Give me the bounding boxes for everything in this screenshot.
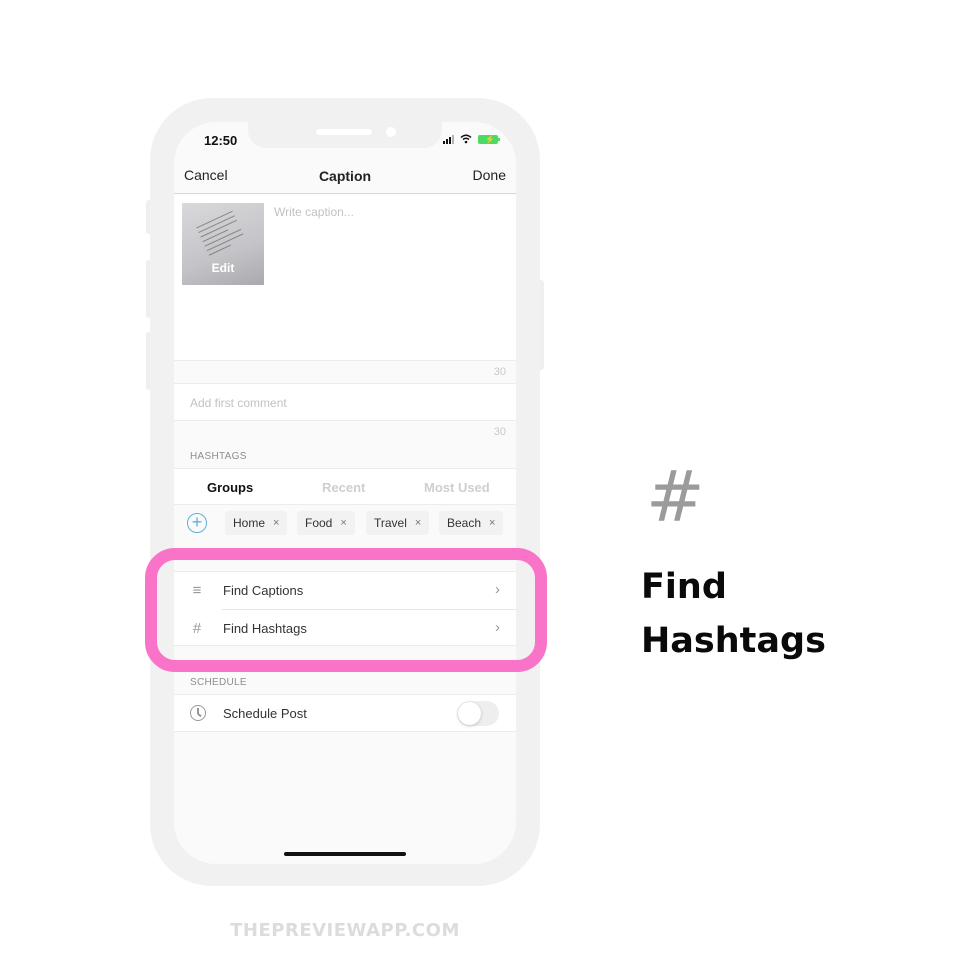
hashtags-section-label: HASHTAGS bbox=[190, 451, 247, 462]
notch bbox=[248, 122, 442, 148]
close-icon[interactable]: × bbox=[273, 511, 279, 535]
hashtag-icon: # bbox=[646, 456, 705, 538]
caption-input[interactable]: Write caption... bbox=[274, 205, 354, 219]
schedule-post-label: Schedule Post bbox=[223, 706, 307, 721]
chip-label: Food bbox=[305, 516, 333, 530]
first-comment-field[interactable]: Add first comment bbox=[174, 383, 516, 421]
feature-title-line2: Hashtags bbox=[641, 621, 826, 661]
battery-charging-icon: ⚡ bbox=[478, 134, 500, 144]
tab-recent[interactable]: Recent bbox=[322, 480, 365, 495]
feature-title: Find Hashtags bbox=[641, 560, 901, 668]
tab-most-used[interactable]: Most Used bbox=[424, 480, 490, 495]
schedule-section-label: SCHEDULE bbox=[190, 677, 247, 688]
tab-groups[interactable]: Groups bbox=[207, 480, 253, 495]
camera bbox=[386, 127, 396, 137]
clock-icon bbox=[190, 705, 206, 721]
edit-thumbnail-label[interactable]: Edit bbox=[182, 261, 264, 275]
feature-title-line1: Find bbox=[641, 567, 727, 607]
chip-label: Home bbox=[233, 516, 266, 530]
page-title: Caption bbox=[318, 168, 372, 184]
hashtag-group-chip[interactable]: Home × bbox=[225, 511, 288, 535]
chip-label: Travel bbox=[374, 516, 407, 530]
close-icon[interactable]: × bbox=[489, 511, 495, 535]
caption-area: Edit Write caption... bbox=[174, 195, 516, 361]
first-comment-input[interactable]: Add first comment bbox=[190, 396, 287, 410]
highlight-outline bbox=[145, 548, 547, 672]
status-time: 12:50 bbox=[204, 133, 238, 148]
nav-bar: Cancel Caption Done bbox=[174, 158, 516, 194]
wifi-icon bbox=[460, 134, 472, 144]
hashtag-tabs: Groups Recent Most Used bbox=[174, 468, 516, 505]
hashtag-group-chip[interactable]: Travel × bbox=[366, 511, 430, 535]
close-icon[interactable]: × bbox=[340, 511, 346, 535]
toggle-knob bbox=[458, 702, 481, 725]
comment-char-count: 30 bbox=[493, 426, 506, 438]
status-icons: ⚡ bbox=[443, 134, 500, 144]
home-indicator bbox=[284, 852, 406, 856]
signal-icon bbox=[443, 134, 454, 144]
schedule-post-row: Schedule Post bbox=[174, 694, 516, 732]
chip-label: Beach bbox=[447, 516, 482, 530]
footer-brand: THEPREVIEWAPP.COM bbox=[230, 920, 460, 941]
caption-char-count: 30 bbox=[493, 366, 506, 378]
phone-screen: 12:50 ⚡ Cancel Caption Done Edit Write c… bbox=[174, 122, 516, 864]
plus-circle-icon[interactable]: + bbox=[187, 513, 207, 533]
hashtag-group-chip[interactable]: Food × bbox=[297, 511, 355, 535]
close-icon[interactable]: × bbox=[415, 511, 421, 535]
done-button[interactable]: Done bbox=[473, 167, 506, 183]
post-thumbnail[interactable]: Edit bbox=[182, 203, 264, 285]
hashtag-group-chip[interactable]: Beach × bbox=[439, 511, 504, 535]
schedule-toggle[interactable] bbox=[457, 701, 499, 726]
hashtag-groups-row: + Home × Food × Travel × Beach × bbox=[174, 506, 516, 540]
speaker bbox=[316, 129, 372, 135]
